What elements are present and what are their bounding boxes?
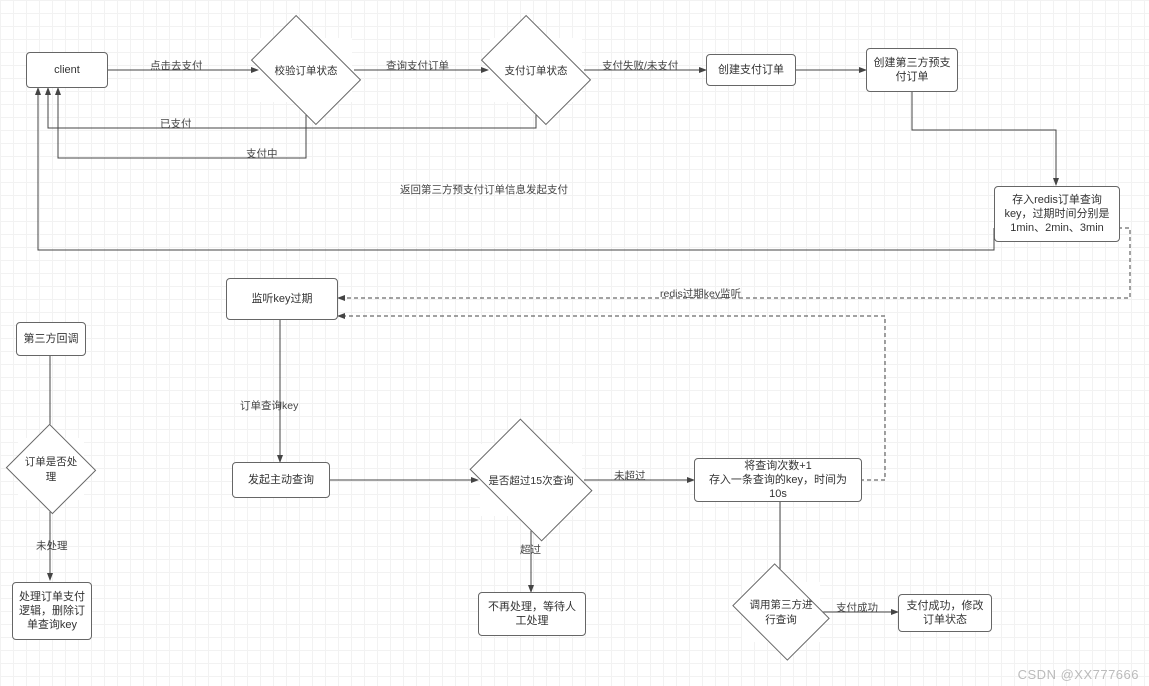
pay-success-edge-label: 支付成功 xyxy=(836,600,878,615)
paying-label: 支付中 xyxy=(246,146,278,161)
create-third-prepay-node: 创建第三方预支付订单 xyxy=(866,48,958,92)
process-logic-node: 处理订单支付逻辑，删除订单查询key xyxy=(12,582,92,640)
unprocessed-label: 未处理 xyxy=(36,538,68,553)
already-paid-label: 已支付 xyxy=(160,116,192,131)
return-third-prepay-label: 返回第三方预支付订单信息发起支付 xyxy=(400,182,568,197)
pay-failed-label: 支付失败/未支付 xyxy=(602,58,678,73)
not-over-label: 未超过 xyxy=(614,468,646,483)
pay-success-node: 支付成功，修改订单状态 xyxy=(898,594,992,632)
plus-one-node: 将查询次数+1 存入一条查询的key，时间为10s xyxy=(694,458,862,502)
active-query-node: 发起主动查询 xyxy=(232,462,330,498)
watermark-text: CSDN @XX777666 xyxy=(1018,667,1139,682)
order-query-key-label: 订单查询key xyxy=(240,398,298,413)
over-label: 超过 xyxy=(520,542,541,557)
client-node: client xyxy=(26,52,108,88)
call-third-query-diamond: 调用第三方进行查询 xyxy=(742,582,820,642)
redis-expire-listen-label: redis过期key监听 xyxy=(660,286,741,301)
click-pay-label: 点击去支付 xyxy=(150,58,203,73)
query-pay-order-label: 查询支付订单 xyxy=(386,58,449,73)
order-processed-diamond: 订单是否处理 xyxy=(18,438,84,500)
listen-key-expired-node: 监听key过期 xyxy=(226,278,338,320)
over-15-diamond: 是否超过15次查询 xyxy=(480,444,582,516)
create-pay-order-node: 创建支付订单 xyxy=(706,54,796,86)
save-redis-node: 存入redis订单查询key，过期时间分别是1min、2min、3min xyxy=(994,186,1120,242)
third-callback-node: 第三方回调 xyxy=(16,322,86,356)
nomore-node: 不再处理，等待人工处理 xyxy=(478,592,586,636)
verify-order-status-diamond: 校验订单状态 xyxy=(260,38,352,102)
connectors xyxy=(0,0,1149,686)
pay-order-status-diamond: 支付订单状态 xyxy=(490,38,582,102)
